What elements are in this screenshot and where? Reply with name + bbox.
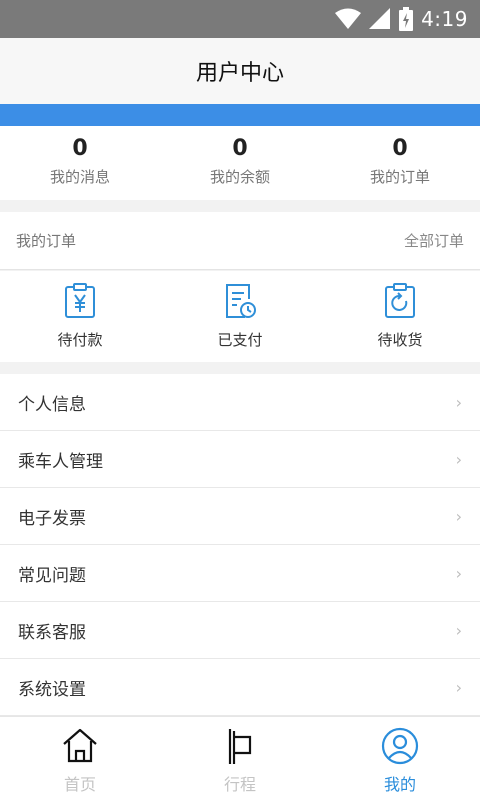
menu-label: 系统设置 [18, 679, 86, 700]
wifi-icon [335, 8, 362, 29]
order-pending-payment[interactable]: 待付款 [0, 271, 160, 362]
tab-home[interactable]: 首页 [0, 717, 160, 800]
battery-icon [399, 7, 414, 31]
tab-mine[interactable]: 我的 [320, 717, 480, 800]
receive-refresh-icon [385, 283, 415, 318]
order-label: 已支付 [217, 331, 263, 349]
order-pending-receipt[interactable]: 待收货 [320, 271, 480, 362]
menu-item-personal-info[interactable]: 个人信息 › [0, 374, 480, 431]
order-paid[interactable]: 已支付 [160, 271, 320, 362]
tab-label: 行程 [223, 775, 256, 794]
chevron-right-icon: › [455, 563, 462, 583]
menu-label: 乘车人管理 [18, 451, 103, 472]
menu-item-invoice[interactable]: 电子发票 › [0, 488, 480, 545]
page-title: 用户中心 [195, 61, 284, 86]
chevron-right-icon: › [455, 449, 462, 469]
paid-clock-icon [226, 284, 256, 318]
orders-title: 我的订单 [16, 232, 77, 250]
status-icons: 4:19 [335, 6, 468, 32]
menu-label: 个人信息 [18, 394, 86, 415]
stat-value: 0 [392, 136, 408, 161]
menu-item-support[interactable]: 联系客服 › [0, 602, 480, 659]
orders-header: 我的订单 全部订单 [0, 212, 480, 270]
menu-label: 常见问题 [18, 565, 86, 586]
stat-messages[interactable]: 0 我的消息 [0, 126, 160, 200]
stat-orders[interactable]: 0 我的订单 [320, 126, 480, 200]
header: 用户中心 [0, 38, 480, 104]
home-icon [63, 728, 97, 763]
chevron-right-icon: › [455, 620, 462, 640]
stat-label: 我的订单 [369, 168, 430, 186]
tab-trips[interactable]: 行程 [160, 717, 320, 800]
profile-banner [0, 104, 480, 126]
menu-label: 联系客服 [18, 622, 86, 643]
chevron-right-icon: › [455, 392, 462, 412]
stat-balance[interactable]: 0 我的余额 [160, 126, 320, 200]
order-label: 待付款 [57, 331, 103, 349]
menu-list: 个人信息 › 乘车人管理 › 电子发票 › 常见问题 › 联系客服 › 系统设置… [0, 374, 480, 716]
menu-item-passengers[interactable]: 乘车人管理 › [0, 431, 480, 488]
stat-label: 我的余额 [209, 168, 270, 186]
stat-label: 我的消息 [49, 168, 110, 186]
menu-item-settings[interactable]: 系统设置 › [0, 659, 480, 716]
orders-row: 待付款 已支付 待收货 [0, 271, 480, 362]
stats-row: 0 我的消息 0 我的余额 0 我的订单 [0, 126, 480, 200]
user-icon [381, 727, 419, 765]
chevron-right-icon: › [455, 677, 462, 697]
chevron-right-icon: › [455, 506, 462, 526]
all-orders-link[interactable]: 全部订单 [404, 230, 464, 251]
yen-clipboard-icon [65, 283, 95, 318]
tab-label: 我的 [383, 775, 416, 794]
stat-value: 0 [232, 136, 248, 161]
status-time: 4:19 [421, 7, 468, 31]
stat-value: 0 [72, 136, 88, 161]
menu-item-faq[interactable]: 常见问题 › [0, 545, 480, 602]
flag-icon [228, 729, 252, 764]
signal-icon [369, 8, 391, 29]
menu-label: 电子发票 [18, 508, 86, 529]
tab-label: 首页 [63, 775, 96, 794]
bottom-tab-bar: 首页 行程 我的 [0, 716, 480, 800]
order-label: 待收货 [377, 331, 423, 349]
status-bar: 4:19 [0, 0, 480, 38]
